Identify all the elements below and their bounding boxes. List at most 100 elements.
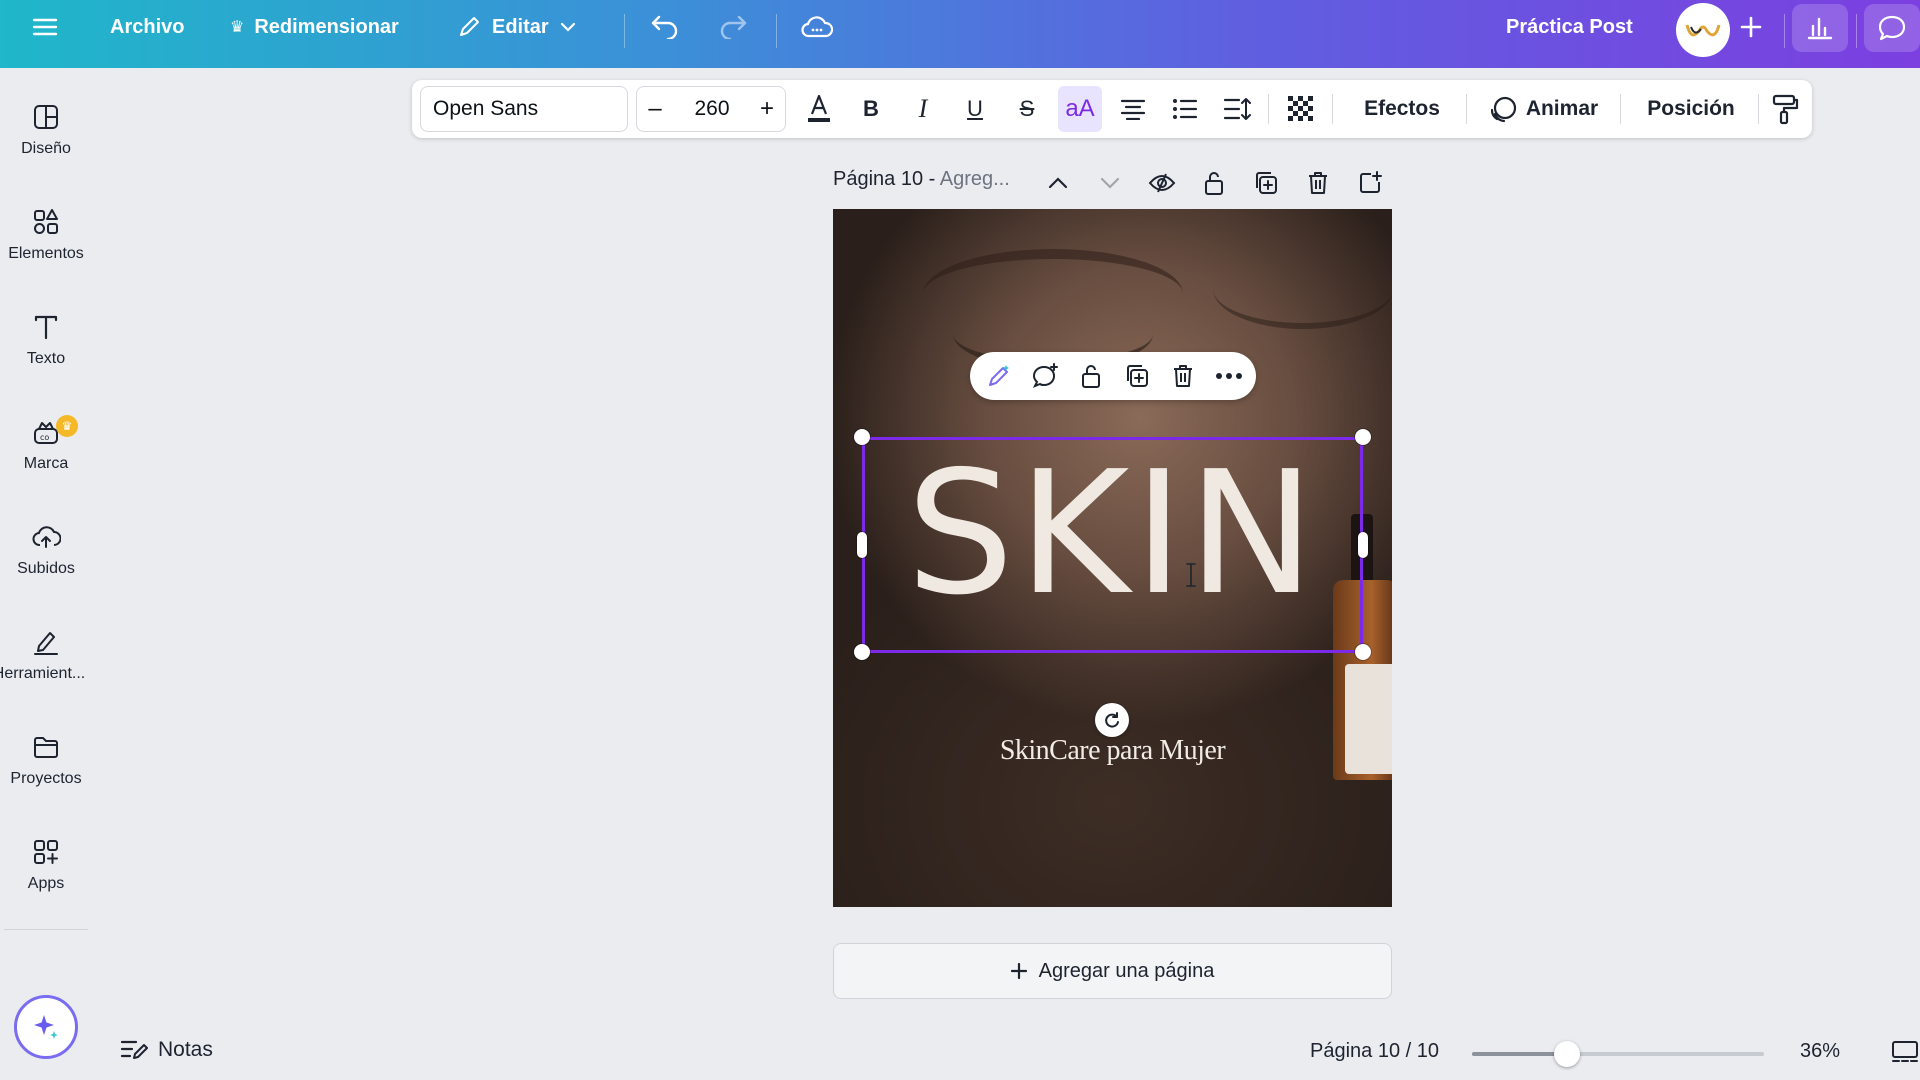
- duplicate-icon[interactable]: [1122, 361, 1152, 391]
- divider: [1466, 94, 1467, 124]
- text-color-icon[interactable]: [800, 86, 838, 132]
- sidebar-divider: [4, 929, 88, 930]
- layout-icon: [34, 105, 58, 129]
- italic-icon[interactable]: I: [904, 86, 942, 132]
- selection-frame: [862, 437, 1363, 653]
- edit-mode-button[interactable]: Editar: [456, 0, 577, 54]
- text-cursor-icon: [1186, 563, 1196, 587]
- resize-handle-bottom-left[interactable]: [854, 644, 870, 660]
- resize-handle-bottom-right[interactable]: [1355, 644, 1371, 660]
- add-page-icon[interactable]: [1355, 168, 1385, 198]
- grid-view-icon[interactable]: [1890, 1038, 1920, 1068]
- top-bar: Archivo ♛ Redimensionar Editar Práctica …: [0, 0, 1920, 68]
- lock-icon[interactable]: [1076, 361, 1106, 391]
- more-options-icon[interactable]: [1214, 361, 1244, 391]
- trash-icon[interactable]: [1168, 361, 1198, 391]
- magic-write-icon[interactable]: [984, 361, 1014, 391]
- chevron-down-icon: [560, 22, 575, 32]
- project-title[interactable]: Práctica Post: [1506, 0, 1633, 54]
- chevron-down-icon[interactable]: [1095, 168, 1125, 198]
- project-title-text: Práctica Post: [1506, 15, 1633, 38]
- strikethrough-icon[interactable]: S: [1008, 86, 1046, 132]
- comment-icon[interactable]: [1864, 4, 1920, 52]
- letter-case-label: aA: [1065, 95, 1095, 122]
- resize-handle-top-right[interactable]: [1355, 429, 1371, 445]
- resize-handle-left[interactable]: [857, 532, 867, 558]
- font-size-input[interactable]: 260: [673, 87, 751, 131]
- file-menu-label: Archivo: [110, 15, 185, 38]
- element-context-toolbar: [970, 352, 1256, 400]
- font-size-stepper: – 260 +: [636, 86, 786, 132]
- effects-label: Efectos: [1364, 97, 1440, 120]
- effects-button[interactable]: Efectos: [1346, 86, 1458, 132]
- avatar[interactable]: [1676, 3, 1730, 57]
- zoom-label: 36%: [1800, 1040, 1841, 1062]
- lock-icon[interactable]: [1199, 168, 1229, 198]
- sidebar-item-text[interactable]: Texto: [0, 312, 92, 402]
- chevron-up-icon[interactable]: [1043, 168, 1073, 198]
- increase-font-size-button[interactable]: +: [749, 87, 785, 131]
- upload-cloud-icon: [32, 526, 61, 548]
- sidebar-item-tools[interactable]: Herramient...: [0, 627, 92, 717]
- add-collaborator-plus-icon[interactable]: [1740, 0, 1762, 54]
- bold-icon[interactable]: B: [852, 86, 890, 132]
- undo-icon[interactable]: [650, 0, 680, 54]
- shapes-icon: [34, 209, 58, 234]
- delete-page-icon[interactable]: [1303, 168, 1333, 198]
- magic-assistant-button[interactable]: [14, 995, 78, 1059]
- sidebar-item-elements[interactable]: Elementos: [0, 207, 92, 297]
- page-header: Página 10 - Agreg...: [833, 164, 1393, 200]
- zoom-level[interactable]: 36%: [1800, 1040, 1840, 1063]
- align-center-icon[interactable]: [1114, 86, 1152, 132]
- animate-label: Animar: [1525, 97, 1599, 120]
- page-title[interactable]: Página 10 - Agreg...: [833, 168, 1010, 191]
- sidebar-item-brand[interactable]: ♛ co Marca: [0, 415, 92, 507]
- position-button[interactable]: Posición: [1632, 86, 1750, 132]
- bulleted-list-icon[interactable]: [1166, 86, 1204, 132]
- apps-grid-icon: [34, 840, 58, 864]
- sidebar-item-apps[interactable]: Apps: [0, 837, 92, 927]
- zoom-slider[interactable]: [1472, 1041, 1764, 1067]
- font-family-dropdown[interactable]: Open Sans: [420, 86, 628, 132]
- bar-chart-icon[interactable]: [1792, 4, 1848, 52]
- sidebar-item-projects[interactable]: Proyectos: [0, 732, 92, 822]
- crown-icon: ♛: [230, 19, 245, 36]
- rotate-handle[interactable]: [1095, 703, 1129, 737]
- resize-handle-right[interactable]: [1358, 532, 1368, 558]
- resize-button[interactable]: ♛ Redimensionar: [230, 0, 399, 54]
- folder-icon: [34, 737, 58, 758]
- underline-icon[interactable]: U: [956, 86, 994, 132]
- sidebar-item-design[interactable]: Diseño: [0, 102, 92, 192]
- rotate-icon: [1105, 712, 1119, 728]
- cloud-sync-icon[interactable]: [800, 0, 834, 54]
- pencil-icon: [460, 17, 479, 36]
- paint-format-icon[interactable]: [1766, 86, 1804, 132]
- transparency-icon[interactable]: [1282, 86, 1320, 132]
- add-page-button[interactable]: Agregar una página: [833, 943, 1392, 999]
- font-family-value: Open Sans: [433, 97, 539, 120]
- subtitle-text[interactable]: SkinCare para Mujer: [833, 735, 1392, 767]
- left-sidebar: Diseño Elementos Texto ♛ co Marca Subido…: [0, 68, 92, 1080]
- zoom-slider-knob[interactable]: [1554, 1041, 1580, 1067]
- redo-icon[interactable]: [718, 0, 748, 54]
- sidebar-item-uploads[interactable]: Subidos: [0, 522, 92, 612]
- sidebar-item-label: Proyectos: [10, 770, 82, 787]
- sidebar-item-label: Diseño: [21, 140, 71, 157]
- duplicate-page-icon[interactable]: [1251, 168, 1281, 198]
- sidebar-item-label: Marca: [23, 455, 69, 472]
- add-comment-icon[interactable]: [1030, 361, 1060, 391]
- hamburger-menu-icon[interactable]: [32, 0, 58, 54]
- letter-case-button[interactable]: aA: [1058, 86, 1102, 132]
- decrease-font-size-button[interactable]: –: [637, 87, 673, 131]
- hide-page-icon[interactable]: [1147, 168, 1177, 198]
- notes-label: Notas: [158, 1038, 213, 1061]
- file-menu-button[interactable]: Archivo: [110, 0, 184, 54]
- page-count-button[interactable]: Página 10 / 10: [1310, 1040, 1439, 1063]
- resize-handle-top-left[interactable]: [854, 429, 870, 445]
- sidebar-item-label: Herramient...: [0, 665, 86, 682]
- page-number-label: Página 10 -: [833, 168, 940, 190]
- animate-button[interactable]: Animar: [1478, 86, 1608, 132]
- sparkle-icon: [34, 1015, 58, 1039]
- line-spacing-icon[interactable]: [1218, 86, 1256, 132]
- notes-button[interactable]: Notas: [120, 1038, 213, 1062]
